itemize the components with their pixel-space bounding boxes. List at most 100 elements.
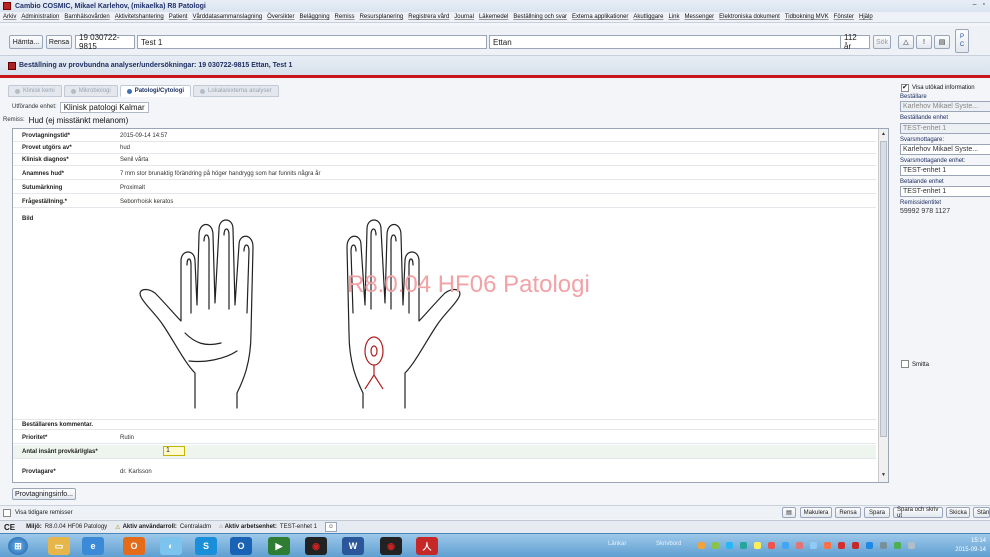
warning-icon[interactable]: △	[898, 35, 914, 49]
betalande-select[interactable]: TEST-enhet 1	[900, 186, 990, 197]
menu-externa-applikationer[interactable]: Externa applikationer	[572, 14, 628, 20]
arrow-app-icon[interactable]: ▶	[268, 537, 290, 555]
rensa-button[interactable]: Rensa	[835, 507, 861, 518]
menu-hjalp[interactable]: Hjälp	[859, 14, 873, 20]
scroll-thumb[interactable]	[880, 141, 887, 437]
menu-aktivitetshantering[interactable]: Aktivitetshantering	[115, 14, 164, 20]
info-icon[interactable]: !	[916, 35, 932, 49]
anvandarroll-status[interactable]: ⚠ Aktiv användarroll: Centraladm	[115, 524, 211, 531]
form-row-provtagare[interactable]: Provtagare* dr. Karlsson	[13, 466, 876, 477]
cosmic-second-icon[interactable]: ◉	[380, 537, 402, 555]
tray-app-icon[interactable]	[824, 542, 831, 549]
tab-lokala-externa-analyser[interactable]: Lokala/externa analyser	[193, 85, 279, 97]
smitta-checkbox[interactable]	[901, 360, 909, 368]
form-row-kommentar[interactable]: Beställarens kommentar.	[13, 419, 876, 430]
user-icon[interactable]: ☺	[324, 522, 337, 532]
cosmic-icon[interactable]: ◉	[305, 537, 327, 555]
tray-app-icon[interactable]	[726, 542, 733, 549]
form-row-anamnes-hud[interactable]: Anamnes hud* 7 mm stor brunaktig förändr…	[13, 169, 876, 180]
menu-barnhalsovarden[interactable]: Barnhälsovården	[64, 14, 109, 20]
sok-button[interactable]: Sök	[873, 35, 891, 49]
menu-messenger[interactable]: Messenger	[684, 14, 714, 20]
stang-button[interactable]: Stäng	[973, 507, 990, 518]
form-row-provtagningstid[interactable]: Provtagningstid* 2015-09-14 14:57	[13, 131, 876, 142]
tray-app-icon[interactable]	[838, 542, 845, 549]
makulera-button[interactable]: Makulera	[800, 507, 832, 518]
restore-icon[interactable]: ▫	[981, 1, 987, 8]
patient-id-field[interactable]: 19 030722-9815	[75, 33, 135, 51]
skicka-button[interactable]: Skicka	[946, 507, 970, 518]
tray-app-icon[interactable]	[782, 542, 789, 549]
system-clock[interactable]: 15:14 2015-09-14	[955, 537, 986, 555]
spara-och-skriv-ut-button[interactable]: Spara och skriv ut	[893, 507, 943, 519]
tray-app-icon[interactable]	[866, 542, 873, 549]
form-row-provet-utgors-av[interactable]: Provet utgörs av* hud	[13, 143, 876, 154]
tray-app-icon[interactable]	[740, 542, 747, 549]
menu-bestallning-och-svar[interactable]: Beställning och svar	[513, 14, 567, 20]
tray-app-icon[interactable]	[698, 542, 705, 549]
bestallare-select[interactable]: Karlehov Mikael Syste...	[900, 101, 990, 112]
patient-name-field[interactable]: Test 1	[137, 35, 487, 49]
hand-sketch-image[interactable]	[125, 213, 505, 413]
network-icon[interactable]	[908, 542, 915, 549]
media-icon[interactable]: ◐	[160, 537, 182, 555]
office-icon[interactable]: O	[123, 537, 145, 555]
word-icon[interactable]: W	[342, 537, 364, 555]
menu-registrera-vard[interactable]: Registrera vård	[408, 14, 449, 20]
outlook-icon[interactable]: O	[230, 537, 252, 555]
form-row-prioritet[interactable]: Prioritet* Rutin	[13, 433, 876, 444]
volume-icon[interactable]	[894, 542, 901, 549]
form-row-fragestallning[interactable]: Frågeställning.* Seborrhoisk keratos	[13, 197, 876, 208]
menu-fonster[interactable]: Fönster	[834, 14, 854, 20]
menu-arkiv[interactable]: Arkiv	[3, 14, 16, 20]
patient-unit-field[interactable]: Ettan	[489, 35, 869, 49]
menu-patient[interactable]: Patient	[169, 14, 188, 20]
form-row-klinisk-diagnos[interactable]: Klinisk diagnos* Senil vårta	[13, 155, 876, 166]
scroll-down-icon[interactable]: ▼	[880, 472, 887, 480]
menu-remiss[interactable]: Remiss	[335, 14, 355, 20]
start-icon[interactable]: ⊞	[8, 537, 28, 555]
provtagningsinfo-button[interactable]: Provtagningsinfo...	[12, 488, 76, 500]
lankar-toolbar[interactable]: Länkar	[608, 541, 626, 547]
minimize-icon[interactable]: –	[971, 1, 979, 8]
arbetsenhet-status[interactable]: ⌂ Aktiv arbetsenhet: TEST-enhet 1	[219, 524, 317, 530]
svarsmottagande-select[interactable]: TEST-enhet 1	[900, 165, 990, 176]
form-row-sutumarkning[interactable]: Sutumärkning Proximalt	[13, 183, 876, 194]
spara-button[interactable]: Spara	[864, 507, 890, 518]
tray-app-icon[interactable]	[754, 542, 761, 549]
menu-resursplanering[interactable]: Resursplanering	[360, 14, 404, 20]
svarsmottagare-select[interactable]: Karlehov Mikael Syste...	[900, 144, 990, 155]
tab-mikrobiologi[interactable]: Mikrobiologi	[63, 85, 118, 97]
skrivbord-toolbar[interactable]: Skrivbord	[656, 541, 681, 547]
hamta-button[interactable]: Hämta...	[9, 35, 43, 49]
internet-explorer-icon[interactable]: e	[82, 537, 104, 555]
utforande-value[interactable]: Klinisk patologi Kalmar	[59, 101, 149, 113]
tab-klinisk-kemi[interactable]: Klinisk kemi	[8, 85, 62, 97]
menu-akutliggare[interactable]: Akutliggare	[633, 14, 663, 20]
menu-belaggning[interactable]: Beläggning	[300, 14, 330, 20]
patient-status-badge[interactable]: P C	[955, 29, 969, 53]
tray-app-icon[interactable]	[712, 542, 719, 549]
explorer-icon[interactable]: ▭	[48, 537, 70, 555]
form-scrollbar[interactable]: ▲ ▼	[878, 129, 888, 482]
menu-oversikter[interactable]: Översikter	[267, 14, 294, 20]
menu-elektroniska-dokument[interactable]: Elektroniska dokument	[719, 14, 780, 20]
menu-lakemedel[interactable]: Läkemedel	[479, 14, 508, 20]
tray-app-icon[interactable]	[852, 542, 859, 549]
print-icon[interactable]: ▤	[782, 507, 796, 518]
visa-utokad-checkbox[interactable]: ✔	[901, 84, 909, 92]
pdf-icon[interactable]: 人	[416, 537, 438, 555]
menu-journal[interactable]: Journal	[454, 14, 474, 20]
menu-varddatasammanslagning[interactable]: Vårddatasammanslagning	[192, 14, 262, 20]
tab-patologi-cytologi[interactable]: Patologi/Cytologi	[119, 85, 192, 97]
tray-app-icon[interactable]	[880, 542, 887, 549]
form-row-antal[interactable]: Antal insänt provkärl/glas* 1	[13, 445, 876, 459]
tray-app-icon[interactable]	[796, 542, 803, 549]
menu-tidbokning-mvk[interactable]: Tidbokning MVK	[785, 14, 829, 20]
tray-app-icon[interactable]	[810, 542, 817, 549]
rensa-patient-button[interactable]: Rensa	[46, 35, 72, 49]
menu-administration[interactable]: Administration	[21, 14, 59, 20]
tray-app-icon[interactable]	[768, 542, 775, 549]
antal-input[interactable]: 1	[163, 446, 185, 456]
card-icon[interactable]: ▤	[934, 35, 950, 49]
